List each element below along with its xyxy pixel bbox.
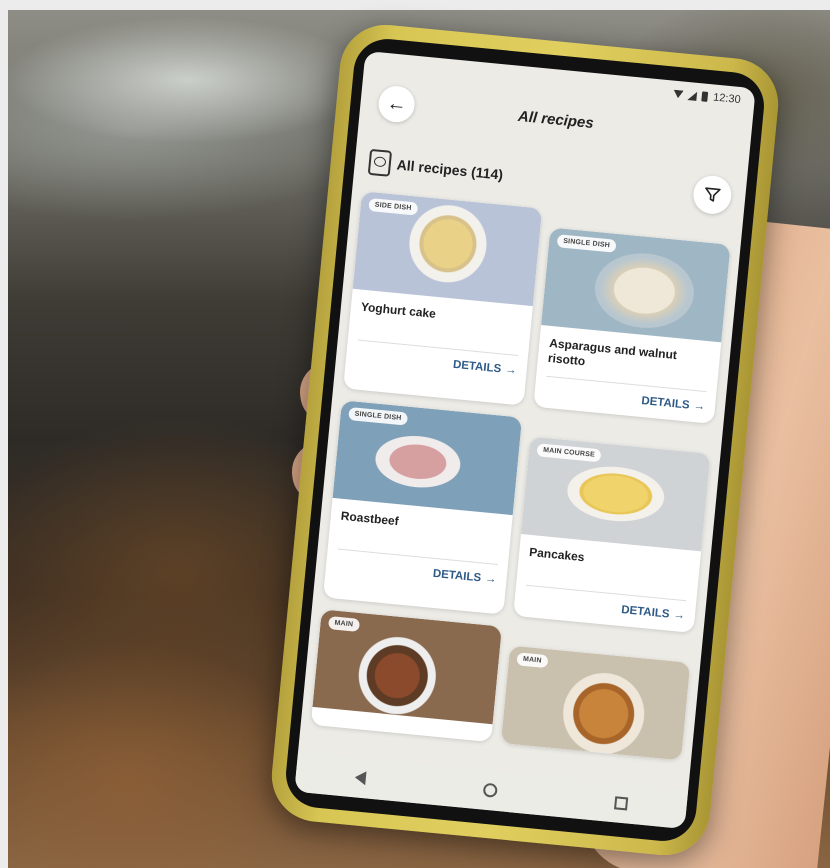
recipe-book-icon: [367, 148, 393, 177]
recipe-image: MAIN: [500, 645, 691, 761]
filter-button[interactable]: [691, 174, 734, 216]
category-badge: SIDE DISH: [368, 197, 419, 216]
category-badge: SINGLE DISH: [348, 407, 409, 426]
nav-home-icon[interactable]: [482, 782, 498, 798]
frame-left: [0, 0, 8, 868]
recipe-image: SIDE DISH: [352, 191, 543, 307]
frame-top: [0, 0, 830, 10]
wifi-icon: [673, 90, 684, 99]
recipe-image: SINGLE DISH: [541, 227, 731, 343]
category-badge: SINGLE DISH: [556, 234, 617, 253]
category-badge: MAIN: [327, 616, 360, 632]
recipe-image: SINGLE DISH: [332, 400, 523, 516]
phone-screen: 12:30 ← All recipes All recipes (114) SI…: [294, 50, 756, 830]
recipe-card[interactable]: MAIN COURSE Pancakes DETAILS →: [513, 436, 711, 634]
arrow-left-icon: ←: [385, 91, 408, 116]
arrow-right-icon: →: [692, 400, 706, 414]
category-badge: MAIN: [516, 652, 549, 669]
details-label: DETAILS: [432, 567, 482, 585]
arrow-right-icon: →: [672, 609, 686, 623]
recipe-image: MAIN: [312, 609, 503, 725]
recipe-card[interactable]: SIDE DISH Yoghurt cake DETAILS →: [343, 191, 543, 406]
details-label: DETAILS: [620, 604, 671, 621]
battery-icon: [701, 91, 709, 102]
category-badge: MAIN COURSE: [536, 443, 602, 463]
phone-bezel: 12:30 ← All recipes All recipes (114) SI…: [282, 36, 768, 844]
status-time: 12:30: [712, 91, 742, 107]
arrow-right-icon: →: [504, 363, 518, 377]
recipes-count-title: All recipes (114): [396, 156, 504, 183]
details-label: DETAILS: [452, 358, 502, 376]
system-nav-bar: [294, 751, 689, 830]
recipe-image: MAIN COURSE: [520, 436, 711, 552]
recipe-card[interactable]: MAIN: [500, 645, 691, 761]
phone: 12:30 ← All recipes All recipes (114) SI…: [267, 20, 783, 860]
details-label: DETAILS: [640, 395, 691, 412]
back-button[interactable]: ←: [376, 84, 417, 124]
recipe-card[interactable]: MAIN: [310, 609, 503, 743]
filter-icon: [705, 187, 721, 202]
signal-icon: [687, 90, 698, 101]
recipe-card[interactable]: SINGLE DISH Roastbeef DETAILS →: [322, 400, 523, 615]
arrow-right-icon: →: [484, 572, 498, 586]
recipe-grid: SIDE DISH Yoghurt cake DETAILS → SINGLE D…: [301, 188, 743, 763]
nav-back-icon[interactable]: [354, 770, 367, 786]
nav-recents-icon[interactable]: [614, 795, 629, 810]
recipe-card[interactable]: SINGLE DISH Asparagus and walnut risotto…: [533, 227, 731, 424]
